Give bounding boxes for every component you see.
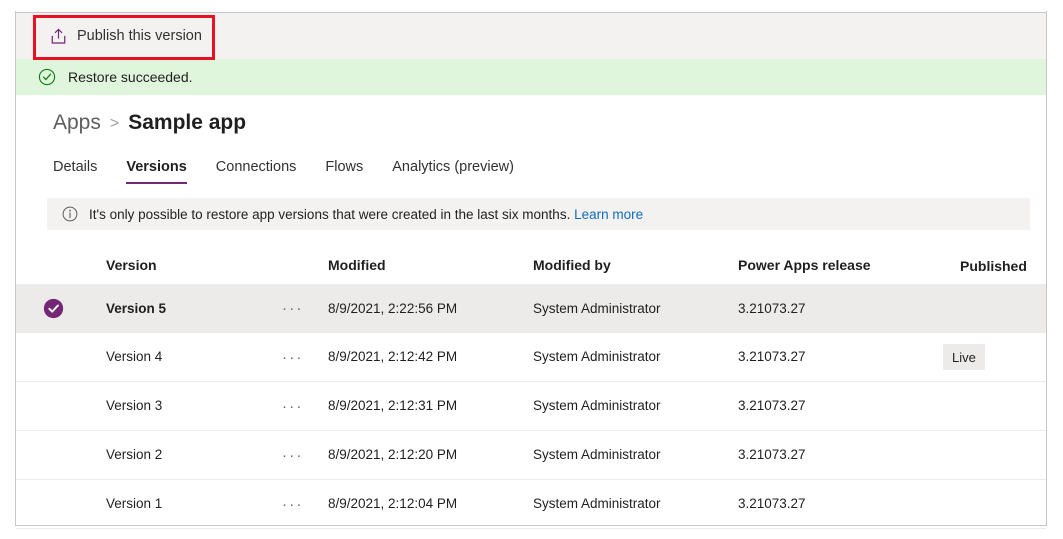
row-overflow-menu-button[interactable]: ··· [280, 444, 306, 467]
tab-details[interactable]: Details [53, 159, 97, 184]
cell-version: Version 4 [106, 349, 163, 364]
table-row[interactable]: Version 5 ··· 8/9/2021, 2:22:56 PM Syste… [16, 284, 1046, 333]
page-title: Sample app [128, 111, 247, 134]
cell-power-apps-release: 3.21073.27 [738, 300, 806, 316]
tab-flows[interactable]: Flows [325, 159, 363, 184]
cell-modified-by: System Administrator [533, 300, 661, 316]
restore-success-message-bar: Restore succeeded. [16, 59, 1046, 95]
breadcrumb-item-apps[interactable]: Apps [53, 111, 101, 135]
cell-modified-by: System Administrator [533, 349, 661, 364]
status-badge-live: Live [943, 344, 985, 370]
check-circle-filled-icon [43, 298, 64, 319]
cell-modified: 8/9/2021, 2:12:31 PM [328, 398, 458, 413]
tab-connections[interactable]: Connections [216, 159, 297, 184]
cell-version: Version 2 [106, 447, 163, 462]
publish-button-label: Publish this version [77, 28, 202, 44]
table-row[interactable]: Version 4 ··· 8/9/2021, 2:12:42 PM Syste… [16, 333, 1046, 382]
cell-modified: 8/9/2021, 2:22:56 PM [328, 300, 458, 316]
row-overflow-menu-button[interactable]: ··· [280, 297, 306, 320]
column-header-modified: Modified [328, 257, 386, 273]
main-content: Apps > Sample app Details Versions Conne… [16, 95, 1046, 529]
breadcrumb-separator-icon: > [109, 115, 120, 132]
breadcrumb: Apps > Sample app [16, 95, 1046, 135]
tab-list: Details Versions Connections Flows Analy… [16, 154, 1046, 184]
cell-power-apps-release: 3.21073.27 [738, 349, 806, 364]
cell-published: Live [943, 344, 1046, 370]
cell-power-apps-release: 3.21073.27 [738, 398, 806, 413]
cell-power-apps-release: 3.21073.27 [738, 496, 806, 511]
table-row[interactable]: Version 2 ··· 8/9/2021, 2:12:20 PM Syste… [16, 431, 1046, 480]
table-header-row: Version Modified Modified by Power Apps … [16, 248, 1046, 284]
cell-modified: 8/9/2021, 2:12:04 PM [328, 496, 458, 511]
tab-versions[interactable]: Versions [126, 159, 188, 184]
table-row[interactable]: Version 1 ··· 8/9/2021, 2:12:04 PM Syste… [16, 480, 1046, 529]
upload-icon [50, 28, 67, 45]
message-bar-text: Restore succeeded. [68, 69, 193, 85]
cell-version: Version 5 [106, 300, 167, 316]
row-overflow-menu-button[interactable]: ··· [280, 395, 306, 418]
column-header-modified-by: Modified by [533, 257, 611, 273]
table-row[interactable]: Version 3 ··· 8/9/2021, 2:12:31 PM Syste… [16, 382, 1046, 431]
row-overflow-menu-button[interactable]: ··· [280, 493, 306, 516]
restore-info-bar: It's only possible to restore app versio… [47, 198, 1030, 230]
cell-modified-by: System Administrator [533, 447, 661, 462]
versions-table: Version Modified Modified by Power Apps … [16, 248, 1046, 529]
column-header-power-apps-release: Power Apps release [738, 257, 871, 273]
tab-analytics-preview[interactable]: Analytics (preview) [392, 159, 514, 184]
cell-modified-by: System Administrator [533, 496, 661, 511]
cell-version: Version 3 [106, 398, 163, 413]
cell-version: Version 1 [106, 496, 163, 511]
cell-modified: 8/9/2021, 2:12:42 PM [328, 349, 458, 364]
row-overflow-menu-button[interactable]: ··· [280, 346, 306, 369]
command-bar: Publish this version [16, 12, 1046, 59]
cell-modified: 8/9/2021, 2:12:20 PM [328, 447, 458, 462]
column-header-version: Version [106, 257, 157, 273]
cell-modified-by: System Administrator [533, 398, 661, 413]
learn-more-link[interactable]: Learn more [574, 207, 643, 222]
info-circle-icon [62, 206, 78, 222]
info-bar-text: It's only possible to restore app versio… [89, 207, 643, 222]
check-circle-icon [38, 68, 56, 86]
cell-power-apps-release: 3.21073.27 [738, 447, 806, 462]
publish-this-version-button[interactable]: Publish this version [38, 16, 216, 56]
row-selection-cell[interactable] [16, 298, 90, 319]
info-bar-message: It's only possible to restore app versio… [89, 206, 571, 222]
column-header-published: Published [960, 258, 1027, 274]
app-root: Publish this version Restore succeeded. … [0, 0, 1063, 539]
